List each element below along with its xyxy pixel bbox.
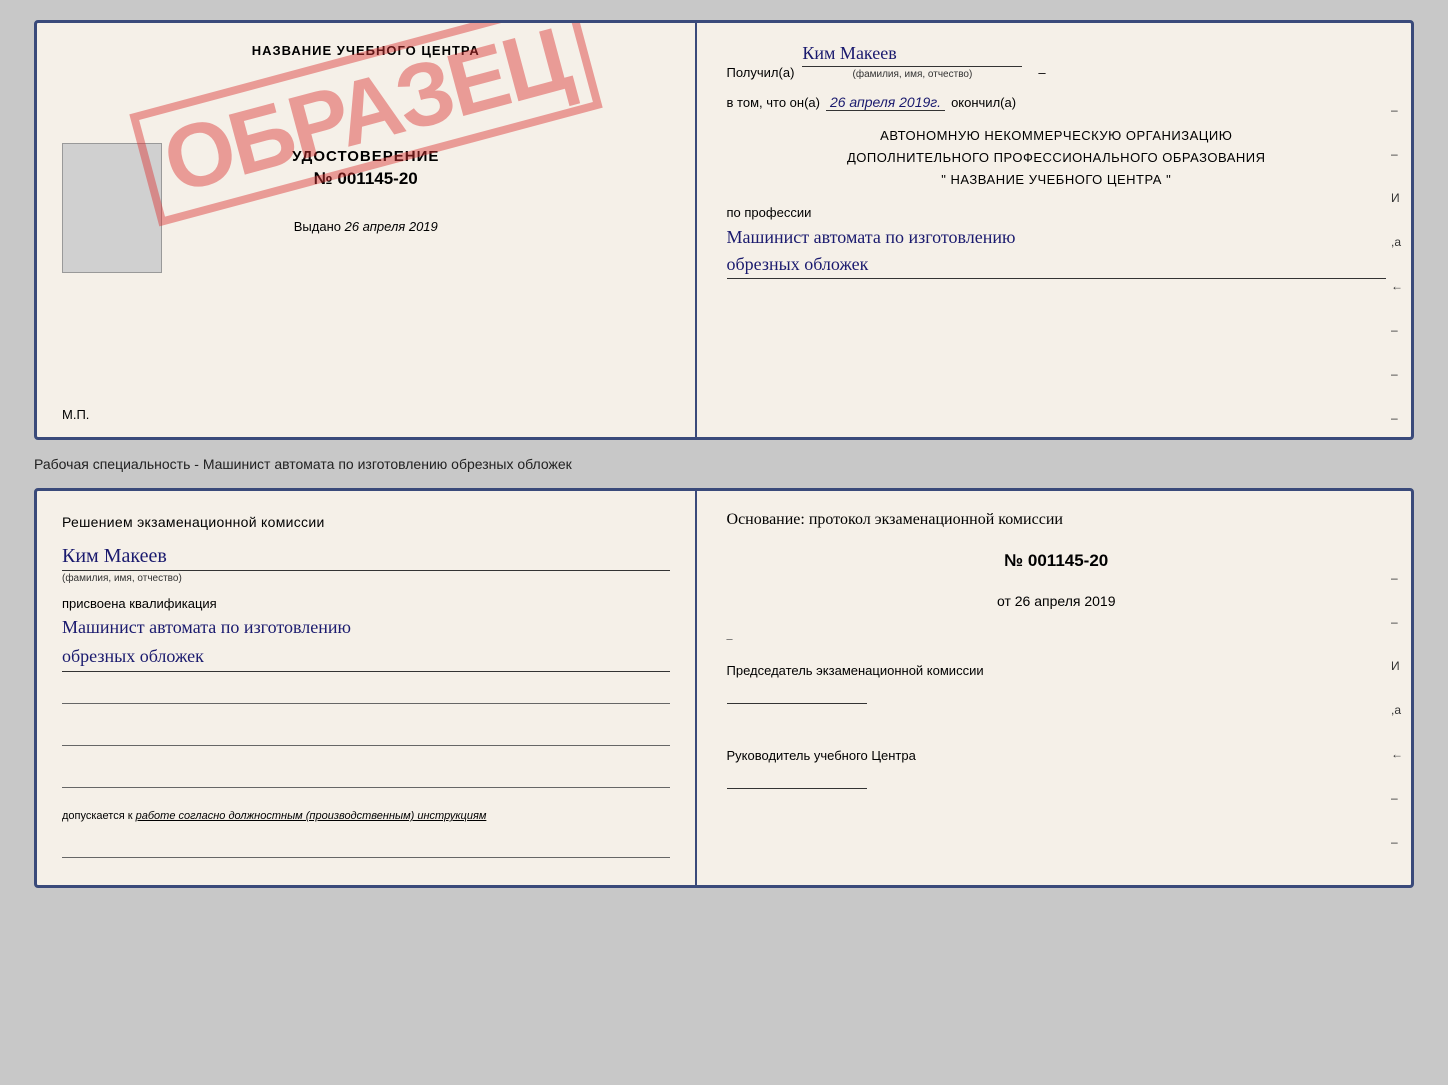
document-container: НАЗВАНИЕ УЧЕБНОГО ЦЕНТРА ОБРАЗЕЦ УДОСТОВ… bbox=[34, 20, 1414, 888]
qualification-value: Машинист автомата по изготовлению обрезн… bbox=[62, 613, 670, 672]
caption-middle: Рабочая специальность - Машинист автомат… bbox=[34, 450, 1414, 478]
vtom-line: в том, что он(а) 26 апреля 2019г. окончи… bbox=[727, 94, 1386, 111]
poluchil-label: Получил(а) bbox=[727, 65, 795, 80]
cert-bottom-right: Основание: протокол экзаменационной коми… bbox=[697, 491, 1411, 885]
predsedatel-sig-line bbox=[727, 686, 867, 704]
komissia-text: Решением экзаменационной комиссии bbox=[62, 511, 670, 533]
udostoverenie-title: УДОСТОВЕРЕНИЕ bbox=[292, 148, 439, 165]
profession-block: по профессии Машинист автомата по изгото… bbox=[727, 205, 1386, 279]
bottom-lines bbox=[62, 684, 670, 788]
okonchil-label: окончил(а) bbox=[951, 95, 1016, 110]
poluchil-line: Получил(а) Ким Макеев (фамилия, имя, отч… bbox=[727, 43, 1386, 80]
right-edge-markers-bottom: – – И ,а ← – – – – bbox=[1391, 571, 1403, 888]
predsedatel-block: Председатель экзаменационной комиссии bbox=[727, 660, 1386, 711]
protocol-date: 26 апреля 2019 bbox=[1015, 593, 1116, 609]
protocol-num: № 001145-20 bbox=[727, 551, 1386, 571]
receiver-name: Ким Макеев bbox=[802, 43, 1022, 67]
prisvoena-block: присвоена квалификация Машинист автомата… bbox=[62, 596, 670, 672]
blank-line-2 bbox=[62, 726, 670, 746]
osnovanie-text: Основание: протокол экзаменационной коми… bbox=[727, 511, 1386, 529]
profession-label: по профессии bbox=[727, 205, 812, 220]
photo-placeholder bbox=[62, 143, 162, 273]
vydano-line: Выдано 26 апреля 2019 bbox=[294, 219, 438, 234]
vtom-date: 26 апреля 2019г. bbox=[826, 94, 945, 111]
prisvoena-label: присвоена квалификация bbox=[62, 596, 217, 611]
org-line1: АВТОНОМНУЮ НЕКОММЕРЧЕСКУЮ ОРГАНИЗАЦИЮ bbox=[727, 125, 1386, 147]
cert-top-title: НАЗВАНИЕ УЧЕБНОГО ЦЕНТРА bbox=[252, 43, 480, 58]
protocol-ot: от bbox=[997, 593, 1011, 609]
udostoverenie-block: УДОСТОВЕРЕНИЕ № 001145-20 bbox=[292, 148, 439, 189]
udostoverenie-num: № 001145-20 bbox=[292, 169, 439, 189]
predsedatel-label: Председатель экзаменационной комиссии bbox=[727, 660, 1386, 682]
protocol-date-line: от 26 апреля 2019 bbox=[727, 593, 1386, 609]
certificate-bottom: Решением экзаменационной комиссии Ким Ма… bbox=[34, 488, 1414, 888]
certificate-top: НАЗВАНИЕ УЧЕБНОГО ЦЕНТРА ОБРАЗЕЦ УДОСТОВ… bbox=[34, 20, 1414, 440]
profession-value: Машинист автомата по изготовлению обрезн… bbox=[727, 224, 1386, 279]
fio-subtitle: (фамилия, имя, отчество) bbox=[853, 69, 973, 80]
vydano-date: 26 апреля 2019 bbox=[345, 219, 438, 234]
org-line3: " НАЗВАНИЕ УЧЕБНОГО ЦЕНТРА " bbox=[727, 169, 1386, 191]
cert-left: НАЗВАНИЕ УЧЕБНОГО ЦЕНТРА ОБРАЗЕЦ УДОСТОВ… bbox=[37, 23, 697, 437]
dopuskaetsya-prefix: допускается к bbox=[62, 810, 133, 822]
blank-line-4 bbox=[62, 838, 670, 858]
fio-label-bottom: (фамилия, имя, отчество) bbox=[62, 573, 670, 584]
cert-right: Получил(а) Ким Макеев (фамилия, имя, отч… bbox=[697, 23, 1411, 437]
dash-top: – bbox=[1038, 65, 1045, 80]
dopuskaetsya-block: допускается к работе согласно должностны… bbox=[62, 810, 670, 822]
cert-bottom-left: Решением экзаменационной комиссии Ким Ма… bbox=[37, 491, 697, 885]
rukovoditel-label: Руководитель учебного Центра bbox=[727, 745, 1386, 767]
org-block: АВТОНОМНУЮ НЕКОММЕРЧЕСКУЮ ОРГАНИЗАЦИЮ ДО… bbox=[727, 125, 1386, 191]
blank-line-3 bbox=[62, 768, 670, 788]
vydano-label: Выдано bbox=[294, 219, 341, 234]
mp-line: М.П. bbox=[62, 407, 89, 422]
right-edge-markers: – – И ,а ← – – – – bbox=[1391, 103, 1403, 440]
vtom-label: в том, что он(а) bbox=[727, 95, 820, 110]
rukovoditel-block: Руководитель учебного Центра bbox=[727, 745, 1386, 796]
blank-line-1 bbox=[62, 684, 670, 704]
person-name-bottom: Ким Макеев bbox=[62, 545, 670, 571]
dopuskaetsya-value: работе согласно должностным (производств… bbox=[136, 810, 487, 822]
rukovoditel-sig-line bbox=[727, 771, 867, 789]
org-line2: ДОПОЛНИТЕЛЬНОГО ПРОФЕССИОНАЛЬНОГО ОБРАЗО… bbox=[727, 147, 1386, 169]
